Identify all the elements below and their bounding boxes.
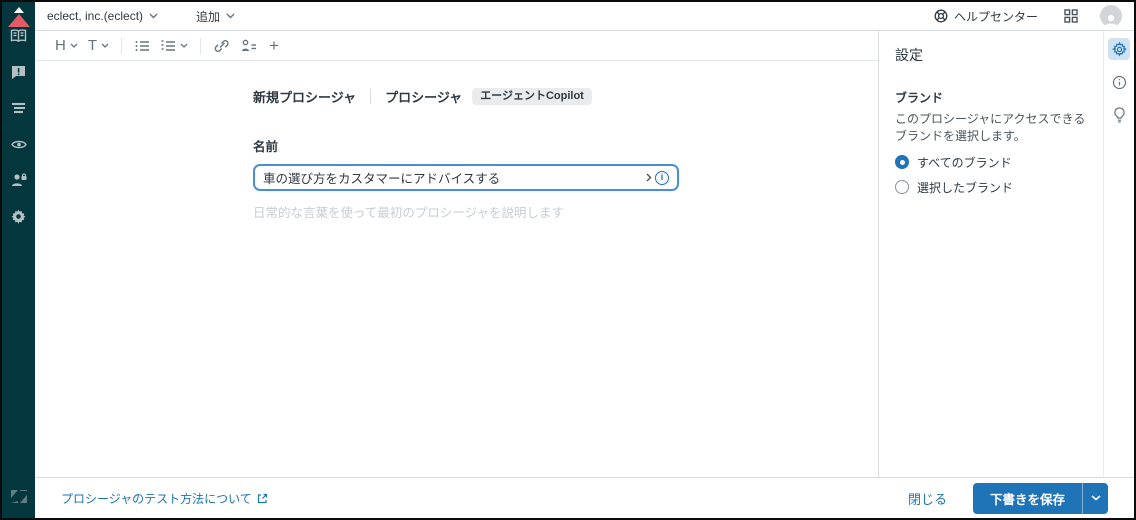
link-icon[interactable]	[208, 39, 235, 53]
people-lock-icon[interactable]	[10, 172, 28, 188]
workspace-logo-icon[interactable]	[7, 7, 30, 28]
chevron-down-icon	[70, 43, 78, 48]
context-icon-rail	[1103, 31, 1134, 477]
knowledge-book-icon[interactable]	[10, 28, 28, 44]
breadcrumb-divider	[370, 89, 372, 104]
heading-style-button[interactable]: H	[50, 37, 83, 54]
toolbar-divider	[200, 37, 202, 54]
close-button[interactable]: 閉じる	[908, 489, 947, 508]
test-procedure-help-link[interactable]: プロシージャのテスト方法について	[61, 490, 268, 507]
footer-bar: プロシージャのテスト方法について 閉じる 下書きを保存	[35, 477, 1134, 518]
eye-icon[interactable]	[10, 136, 28, 152]
info-circle-icon[interactable]: i	[655, 170, 669, 185]
name-input-container: i	[253, 164, 679, 191]
settings-title: 設定	[895, 47, 923, 63]
input-adornment: i	[646, 170, 669, 185]
chevron-down-icon	[180, 43, 188, 48]
heading-label: H	[55, 37, 66, 54]
queue-lines-icon[interactable]	[10, 100, 28, 116]
settings-gear-icon[interactable]	[1108, 38, 1130, 60]
add-label: 追加	[196, 9, 221, 24]
editor-content: 新規プロシージャ プロシージャ エージェントCopilot 名前 i	[35, 61, 878, 221]
radio-selected-brands[interactable]: 選択したブランド	[895, 179, 1087, 196]
radio-all-brands[interactable]: すべてのブランド	[895, 154, 1087, 171]
account-switcher[interactable]: eclect, inc.(eclect)	[47, 9, 158, 23]
breadcrumb: 新規プロシージャ プロシージャ エージェントCopilot	[253, 87, 878, 106]
zendesk-logo-icon[interactable]	[10, 487, 27, 508]
info-circle-icon[interactable]	[1108, 71, 1130, 93]
app-window: eclect, inc.(eclect) 追加 ヘルプセンター H T + 新規…	[0, 0, 1136, 520]
chevron-down-icon	[149, 13, 158, 19]
user-avatar[interactable]	[1100, 5, 1122, 27]
help-center-button[interactable]: ヘルプセンター	[934, 8, 1038, 25]
name-input[interactable]	[263, 170, 646, 185]
external-link-icon	[257, 493, 268, 504]
top-bar: eclect, inc.(eclect) 追加 ヘルプセンター	[35, 2, 1134, 31]
name-field-label: 名前	[253, 140, 279, 154]
body-region: H T + 新規プロシージャ プロシージャ エージェントCopilot 名前 車…	[35, 31, 1134, 477]
gear-icon[interactable]	[10, 208, 28, 224]
bullet-list-icon[interactable]	[129, 40, 156, 52]
toolbar-divider	[121, 37, 123, 54]
mention-person-icon[interactable]	[235, 39, 263, 52]
help-center-label: ヘルプセンター	[953, 9, 1038, 24]
feedback-bubble-icon[interactable]	[10, 64, 28, 80]
save-options-caret-button[interactable]	[1082, 482, 1108, 514]
ordered-list-button[interactable]	[156, 39, 193, 52]
editor-toolbar: H T +	[35, 31, 878, 61]
insert-plus-button[interactable]: +	[263, 37, 285, 54]
add-menu-button[interactable]: 追加	[196, 8, 235, 25]
page-title: 新規プロシージャ	[253, 90, 357, 105]
save-draft-split-button: 下書きを保存	[972, 482, 1108, 514]
account-label: eclect, inc.(eclect)	[47, 9, 144, 23]
radio-unselected-icon[interactable]	[895, 180, 909, 195]
product-sidebar	[2, 2, 35, 518]
life-buoy-icon	[934, 9, 948, 23]
chevron-down-icon	[101, 43, 109, 48]
breadcrumb-section: プロシージャ	[385, 90, 463, 105]
brand-label: ブランド	[895, 91, 944, 105]
agent-copilot-badge: エージェントCopilot	[472, 88, 592, 105]
save-draft-button[interactable]: 下書きを保存	[972, 482, 1082, 514]
settings-panel: 設定 ブランド このプロシージャにアクセスできるブランドを選択します。 すべての…	[878, 31, 1103, 477]
brand-description: このプロシージャにアクセスできるブランドを選択します。	[895, 112, 1086, 144]
chevron-down-icon	[226, 13, 235, 19]
chevron-right-icon	[646, 173, 652, 182]
radio-selected-icon[interactable]	[895, 155, 909, 170]
main-column: eclect, inc.(eclect) 追加 ヘルプセンター H T + 新規…	[35, 2, 1134, 518]
editor-column: H T + 新規プロシージャ プロシージャ エージェントCopilot 名前 車…	[35, 31, 878, 477]
text-style-button[interactable]: T	[83, 37, 114, 54]
apps-grid-icon[interactable]	[1064, 9, 1078, 23]
text-style-label: T	[87, 37, 98, 54]
name-help-text: 日常的な言葉を使って最初のプロシージャを説明します	[253, 206, 565, 220]
lightbulb-icon[interactable]	[1108, 104, 1130, 126]
